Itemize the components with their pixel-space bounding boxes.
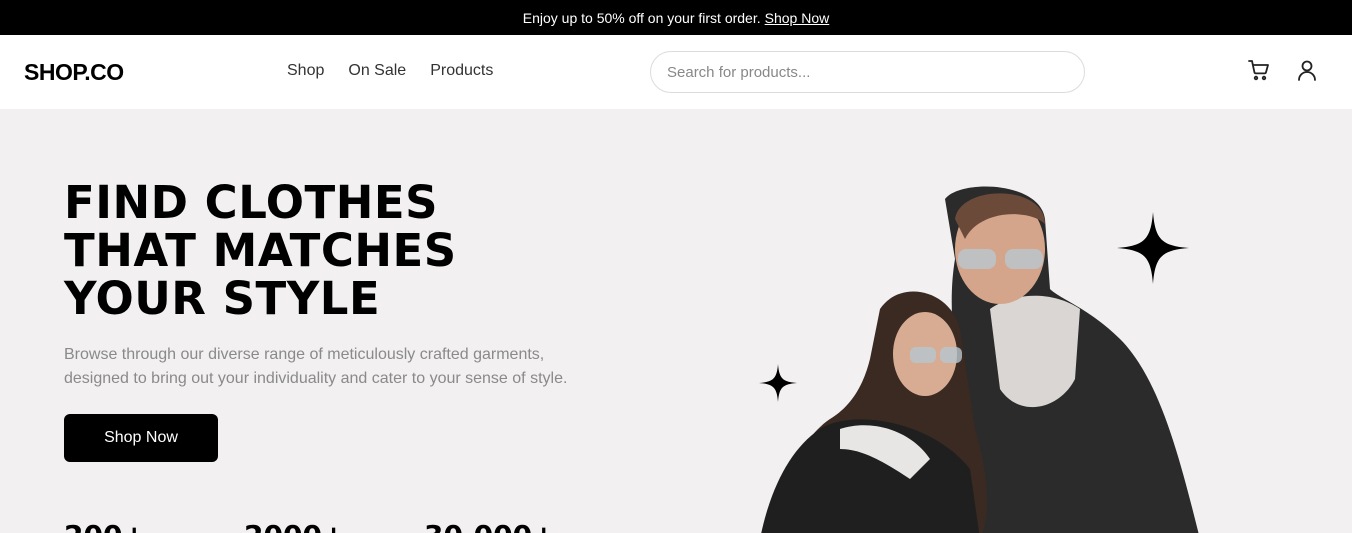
promo-bar: Enjoy up to 50% off on your first order.… xyxy=(0,0,1352,35)
nav-products[interactable]: Products xyxy=(430,62,493,80)
hero-section: FIND CLOTHES THAT MATCHES YOUR STYLE Bro… xyxy=(0,109,1352,533)
hero-headline: FIND CLOTHES THAT MATCHES YOUR STYLE xyxy=(64,179,457,323)
nav-on-sale[interactable]: On Sale xyxy=(348,62,406,80)
search-input[interactable] xyxy=(650,51,1085,93)
hero-model-image xyxy=(761,186,1199,533)
logo[interactable]: SHOP.CO xyxy=(24,59,124,86)
stat-brands: 200+ xyxy=(64,519,244,533)
site-header: SHOP.CO Shop On Sale Products xyxy=(0,35,1352,109)
hero-description: Browse through our diverse range of meti… xyxy=(64,346,568,387)
shop-now-button[interactable]: Shop Now xyxy=(64,414,218,462)
headline-line-2: THAT MATCHES xyxy=(64,224,457,277)
stat-customers: 30,000+ xyxy=(424,519,604,533)
promo-shop-now-link[interactable]: Shop Now xyxy=(765,10,830,26)
stat-products: 2000+ xyxy=(244,519,424,533)
headline-line-1: FIND CLOTHES xyxy=(64,176,439,229)
main-nav: Shop On Sale Products xyxy=(287,62,517,80)
headline-line-3: YOUR STYLE xyxy=(64,272,381,325)
user-icon[interactable] xyxy=(1294,57,1320,83)
nav-shop[interactable]: Shop xyxy=(287,62,324,80)
stats-row: 200+ 2000+ 30,000+ xyxy=(64,519,604,533)
cart-icon[interactable] xyxy=(1246,57,1272,83)
promo-text: Enjoy up to 50% off on your first order. xyxy=(522,9,761,26)
